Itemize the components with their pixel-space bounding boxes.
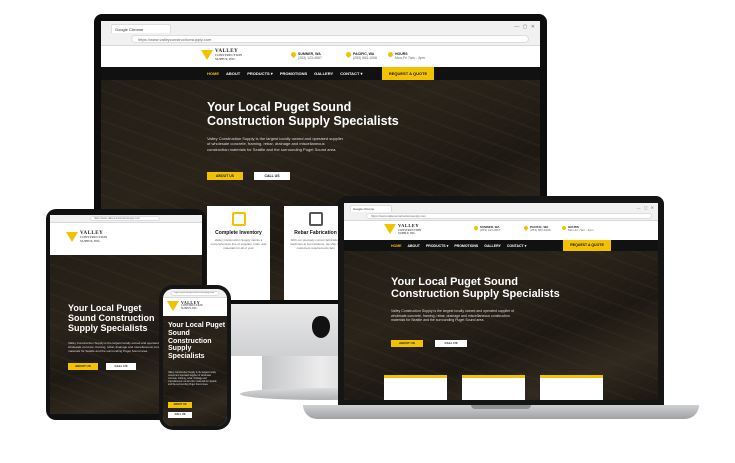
hero-title: Your Local Puget Sound Construction Supp… (168, 322, 226, 361)
nav-products[interactable]: PRODUCTS ▾ (247, 71, 273, 76)
rebar-icon (308, 212, 323, 226)
nav-gallery[interactable]: GALLERY (484, 244, 501, 248)
logo-line3: SUPPLY, INC. (398, 230, 416, 235)
window-controls[interactable]: — ▢ ✕ (514, 24, 536, 30)
main-nav: HOME ABOUT PRODUCTS ▾ PROMOTIONS GALLERY… (101, 67, 540, 80)
address-bar[interactable]: https://www.valleyconstructionsupply.com (90, 216, 160, 221)
logo-line3: SUPPLY, INC. (215, 56, 236, 61)
hero-title-line1: Your Local Puget Sound (391, 276, 518, 288)
laptop-base (303, 405, 699, 419)
address-bar[interactable]: https://www.valleyconstructionsupply.com (131, 35, 529, 43)
hero-section: Your Local Puget Sound Construction Supp… (344, 251, 658, 400)
card-third[interactable] (540, 375, 603, 400)
about-us-button[interactable]: ABOUT US (391, 340, 423, 347)
location1-detail: (253) 123-4567 (298, 56, 322, 61)
site-header: VALLEY CONSTRUCTION SUPPLY, INC. (163, 298, 227, 316)
clock-icon (561, 225, 567, 231)
card1-text: Valley Construction Supply stocks a comp… (210, 238, 267, 250)
phone-screen: https://www.valleyconstructionsupply.com… (163, 289, 227, 426)
nav-home[interactable]: HOME (207, 71, 219, 76)
about-us-button[interactable]: ABOUT US (168, 402, 192, 408)
nav-contact[interactable]: CONTACT ▾ (507, 244, 527, 248)
nav-contact[interactable]: CONTACT ▾ (340, 71, 362, 76)
logo-v-icon (167, 301, 179, 311)
laptop-notch (471, 405, 531, 409)
hours-info: HOURS Mon-Fri 7am - 4pm (561, 225, 594, 233)
browser-bar: Google Chrome — ▢ ✕ https://www.valleyco… (101, 21, 540, 46)
site-header: VALLEY CONSTRUCTION SUPPLY, INC. SUMNER,… (344, 221, 658, 240)
nav-about[interactable]: ABOUT (408, 244, 420, 248)
hero-title-line2: Construction Supply Specialists (391, 288, 560, 301)
hero-title: Your Local Puget Sound Construction Supp… (391, 276, 560, 301)
site-logo[interactable]: VALLEY CONSTRUCTION SUPPLY, INC. (384, 223, 421, 235)
logo-line3: SUPPLY, INC. (181, 307, 198, 310)
shovel-icon (231, 212, 246, 226)
logo-v-icon (384, 224, 396, 235)
location-sumner[interactable]: SUMNER, WA (253) 123-4567 (289, 50, 322, 61)
location-sumner[interactable]: SUMNER, WA (253) 123-4567 (473, 225, 501, 233)
logo-v-icon (66, 232, 78, 242)
location-pin-icon (473, 225, 479, 231)
hero-text: Valley Construction Supply is the larges… (207, 136, 344, 152)
logo-v-icon (201, 50, 213, 60)
location-pacific[interactable]: PACIFIC, WA (253) 863-1006 (344, 50, 377, 61)
nav-about[interactable]: ABOUT (226, 71, 240, 76)
location1-detail: (253) 123-4567 (480, 228, 501, 233)
site-logo[interactable]: VALLEY CONSTRUCTION SUPPLY, INC. (201, 49, 242, 61)
clock-icon (386, 50, 395, 59)
location-pin-icon (344, 50, 353, 59)
site-header: VALLEY CONSTRUCTION SUPPLY, INC. SUMNER,… (101, 46, 540, 67)
hero-title-line2: Construction Supply Specialists (207, 114, 399, 128)
browser-bar: Google Chrome — ▢ ✕ https://www.valleyco… (344, 203, 658, 221)
main-nav: HOME ABOUT PRODUCTS ▾ PROMOTIONS GALLERY… (344, 240, 658, 251)
nav-promotions[interactable]: PROMOTIONS (280, 71, 307, 76)
browser-bar: https://www.valleyconstructionsupply.com (50, 215, 202, 223)
card1-title: Complete Inventory (215, 230, 262, 236)
location-pin-icon (523, 225, 529, 231)
location-pacific[interactable]: PACIFIC, WA (253) 863-1006 (523, 225, 551, 233)
browser-tab[interactable]: Google Chrome (350, 205, 392, 212)
hours-detail: Mon-Fri 7am - 4pm (568, 228, 594, 233)
hero-text: Valley Construction Supply is the larges… (168, 372, 217, 387)
browser-bar: https://www.valleyconstructionsupply.com (163, 289, 227, 298)
request-quote-button[interactable]: REQUEST A QUOTE (382, 67, 434, 80)
window-controls[interactable]: — ▢ ✕ (637, 205, 655, 210)
location2-detail: (253) 863-1006 (353, 56, 377, 61)
card-complete-inventory[interactable] (384, 375, 447, 400)
site-logo[interactable]: VALLEY CONSTRUCTION SUPPLY, INC. (167, 301, 203, 311)
call-us-button[interactable]: CALL US (254, 172, 290, 180)
logo-line3: SUPPLY, INC. (80, 238, 101, 243)
nav-home[interactable]: HOME (391, 244, 402, 248)
nav-products[interactable]: PRODUCTS ▾ (426, 244, 448, 248)
hero-title: Your Local Puget Sound Construction Supp… (68, 303, 155, 334)
hero-title-line1: Your Local Puget Sound (207, 100, 352, 114)
call-us-button[interactable]: CALL US (106, 363, 136, 370)
call-us-button[interactable]: CALL US (168, 412, 192, 418)
browser-tab[interactable]: Google Chrome (111, 24, 171, 33)
hero-title: Your Local Puget Sound Construction Supp… (207, 100, 399, 128)
about-us-button[interactable]: ABOUT US (207, 172, 243, 180)
card-rebar-fabrication[interactable] (462, 375, 525, 400)
address-bar[interactable]: https://www.valleyconstructionsupply.com (366, 213, 652, 219)
request-quote-button[interactable]: REQUEST A QUOTE (563, 240, 611, 251)
location-pin-icon (289, 50, 298, 59)
location2-detail: (253) 863-1006 (530, 228, 551, 233)
hero-section: Your Local Puget Sound Construction Supp… (163, 316, 227, 426)
site-header: VALLEY CONSTRUCTION SUPPLY, INC. (50, 223, 202, 255)
laptop-screen: Google Chrome — ▢ ✕ https://www.valleyco… (344, 203, 658, 400)
nav-gallery[interactable]: GALLERY (314, 71, 333, 76)
site-logo[interactable]: VALLEY CONSTRUCTION SUPPLY, INC. (66, 231, 107, 243)
apple-logo-icon (312, 316, 330, 338)
hours-info: HOURS Mon-Fri 7am - 4pm (386, 50, 425, 61)
nav-promotions[interactable]: PROMOTIONS (454, 244, 478, 248)
address-bar[interactable]: https://www.valleyconstructionsupply.com (171, 291, 219, 296)
hours-detail: Mon-Fri 7am - 4pm (395, 56, 425, 61)
about-us-button[interactable]: ABOUT US (68, 363, 98, 370)
hero-text: Valley Construction Supply is the larges… (391, 309, 515, 323)
call-us-button[interactable]: CALL US (435, 340, 467, 347)
